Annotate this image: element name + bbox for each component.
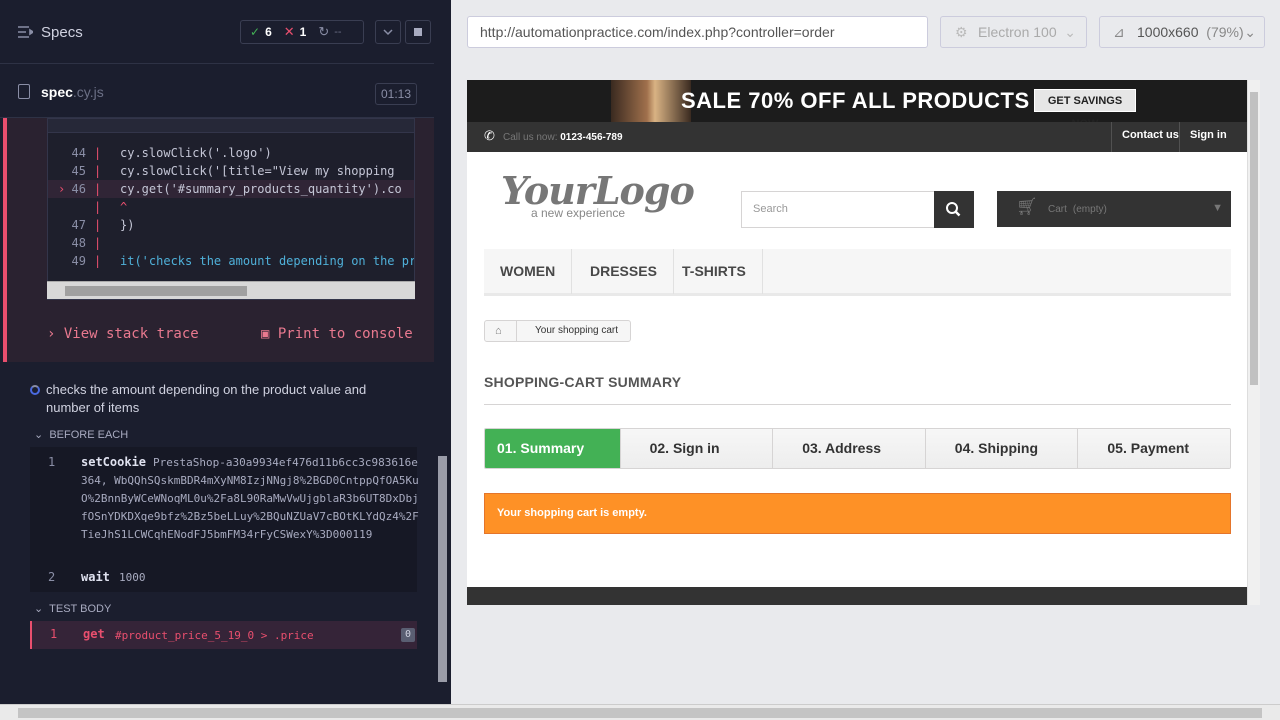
search-input[interactable]: Search xyxy=(741,191,935,228)
ruler-icon: ⊿ xyxy=(1113,24,1125,40)
logo-tagline: a new experience xyxy=(531,206,626,220)
banner-image xyxy=(611,80,691,122)
get-savings-button[interactable]: GET SAVINGS NOW xyxy=(1034,89,1136,122)
step-address: 03. Address xyxy=(773,429,926,468)
x-icon: ✕ xyxy=(283,24,295,39)
url-bar[interactable]: http://automationpractice.com/index.php?… xyxy=(467,16,928,48)
chevron-down-icon xyxy=(383,29,393,36)
error-block: 44 | cy.slowClick('.logo') 45 | cy.slowCli… xyxy=(3,118,434,362)
step-payment: 05. Payment xyxy=(1078,429,1230,468)
before-each-header[interactable]: ⌄ BEFORE EACH xyxy=(34,428,128,441)
page-title: SHOPPING-CART SUMMARY xyxy=(484,374,1231,405)
spec-filename[interactable]: spec.cy.js xyxy=(41,84,104,100)
duration-badge: 01:13 xyxy=(375,83,417,105)
code-line: 49 | it('checks the amount depending on th… xyxy=(71,254,415,268)
app-frame: SALE 70% OFF ALL PRODUCTS GET SAVINGS NO… xyxy=(467,80,1247,605)
code-horizontal-scrollbar[interactable] xyxy=(47,281,415,299)
cart-empty-alert: Your shopping cart is empty. xyxy=(484,493,1231,534)
home-icon[interactable]: ⌂ xyxy=(485,321,517,341)
call-us: Call us now: 0123-456-789 xyxy=(503,132,623,143)
breadcrumb: ⌂ Your shopping cart xyxy=(484,320,631,342)
check-icon: ✓ xyxy=(250,25,261,39)
menu-item-tshirts[interactable]: T-SHIRTS xyxy=(666,249,763,294)
chevron-down-icon: ⌄ xyxy=(34,603,44,615)
main-menu: WOMEN DRESSES T-SHIRTS xyxy=(484,249,1231,296)
shop-logo[interactable]: YourLogo a new experience xyxy=(501,168,695,220)
sign-in-link[interactable]: Sign in xyxy=(1179,122,1237,152)
file-icon xyxy=(18,84,30,99)
running-spinner-icon xyxy=(30,385,40,395)
code-frame: 44 | cy.slowClick('.logo') 45 | cy.slowCli… xyxy=(47,118,415,300)
cart-button[interactable]: 🛒︎ Cart (empty) ▼ xyxy=(997,191,1231,227)
menu-item-women[interactable]: WOMEN xyxy=(484,249,573,294)
app-vertical-scrollbar[interactable] xyxy=(1247,80,1260,605)
viewport-info[interactable]: ⊿ 1000x660 (79%) ⌄ xyxy=(1099,16,1265,48)
pending-count: -- xyxy=(334,26,342,38)
command-log-panel: Specs ✓ 6 ✕ 1 ↻ -- spec.cy.js 01:13 44 | … xyxy=(0,0,451,704)
cart-icon: 🛒︎ xyxy=(1016,197,1038,216)
command-list: 1 setCookie PrestaShop-a30a9934ef476d11b… xyxy=(30,447,419,592)
passed-count: 6 xyxy=(265,25,272,39)
menu-list-icon[interactable] xyxy=(18,25,33,39)
code-line: | ^ xyxy=(94,200,128,214)
contact-us-link[interactable]: Contact us xyxy=(1111,122,1189,152)
console-icon: ▣ xyxy=(261,326,270,342)
failed-count: 1 xyxy=(299,25,307,39)
error-actions: › View stack trace ▣ Print to console xyxy=(47,326,427,348)
aut-panel: http://automationpractice.com/index.php?… xyxy=(451,0,1280,704)
test-item: checks the amount depending on the produ… xyxy=(0,362,434,704)
command-name[interactable]: wait xyxy=(81,570,110,584)
checkout-steps: 01. Summary 02. Sign in 03. Address 04. … xyxy=(484,428,1231,469)
chevron-down-icon: ⌄ xyxy=(1244,24,1256,40)
specs-header: Specs ✓ 6 ✕ 1 ↻ -- xyxy=(0,0,434,64)
pending-icon: ↻ xyxy=(318,24,330,39)
view-stack-trace-link[interactable]: › View stack trace xyxy=(47,326,199,342)
code-line: 47 |}) xyxy=(71,218,135,232)
step-shipping: 04. Shipping xyxy=(925,429,1079,468)
browser-selector[interactable]: ⚙ Electron 100 ⌄ xyxy=(940,16,1087,48)
shop-footer xyxy=(467,587,1247,605)
stop-icon xyxy=(414,28,422,36)
command-message: PrestaShop-a30a9934ef476d11b6cc3c983616e… xyxy=(81,456,419,541)
chevron-down-icon: ⌄ xyxy=(34,429,44,441)
code-line: 48 | xyxy=(71,236,102,250)
code-line: 45 | cy.slowClick('[title="View my shoppi… xyxy=(71,164,395,178)
search-icon xyxy=(946,202,961,217)
code-line-highlight: › 46 | cy.get('#summary_products_quantity'… xyxy=(48,180,414,198)
menu-item-dresses[interactable]: DRESSES xyxy=(574,249,674,294)
command-name: get xyxy=(83,627,105,641)
element-count-badge: 0 xyxy=(401,628,415,642)
chevron-down-icon: ▼ xyxy=(1212,202,1223,214)
test-title[interactable]: checks the amount depending on the produ… xyxy=(46,381,406,417)
specs-title[interactable]: Specs xyxy=(41,24,83,41)
search-button[interactable] xyxy=(934,191,974,228)
code-line: 44 | cy.slowClick('.logo') xyxy=(71,146,272,160)
command-row-failed[interactable]: 1 get #product_price_5_19_0 > .price 0 xyxy=(30,621,417,649)
print-to-console-link[interactable]: ▣ Print to console xyxy=(261,326,413,342)
browser-icon: ⚙ xyxy=(955,24,968,40)
banner-text: SALE 70% OFF ALL PRODUCTS xyxy=(681,88,1030,113)
stats-bar: ✓ 6 ✕ 1 ↻ -- xyxy=(240,20,364,44)
spec-file-header: spec.cy.js 01:13 xyxy=(0,64,434,118)
promo-banner[interactable]: SALE 70% OFF ALL PRODUCTS GET SAVINGS NO… xyxy=(467,80,1247,122)
breadcrumb-current: Your shopping cart xyxy=(535,325,619,336)
shop-top-bar: ✆ Call us now: 0123-456-789 Contact us S… xyxy=(467,122,1247,152)
expand-button[interactable] xyxy=(375,20,401,44)
test-body-header[interactable]: ⌄ TEST BODY xyxy=(34,602,111,615)
horizontal-scrollbar[interactable] xyxy=(0,704,1280,720)
command-message: 1000 xyxy=(119,571,146,584)
step-summary: 01. Summary xyxy=(485,429,621,468)
stop-button[interactable] xyxy=(405,20,431,44)
log-vertical-scrollbar[interactable] xyxy=(434,64,451,704)
step-sign-in: 02. Sign in xyxy=(620,429,774,468)
chevron-down-icon: ⌄ xyxy=(1064,24,1076,40)
phone-icon: ✆ xyxy=(484,128,495,143)
